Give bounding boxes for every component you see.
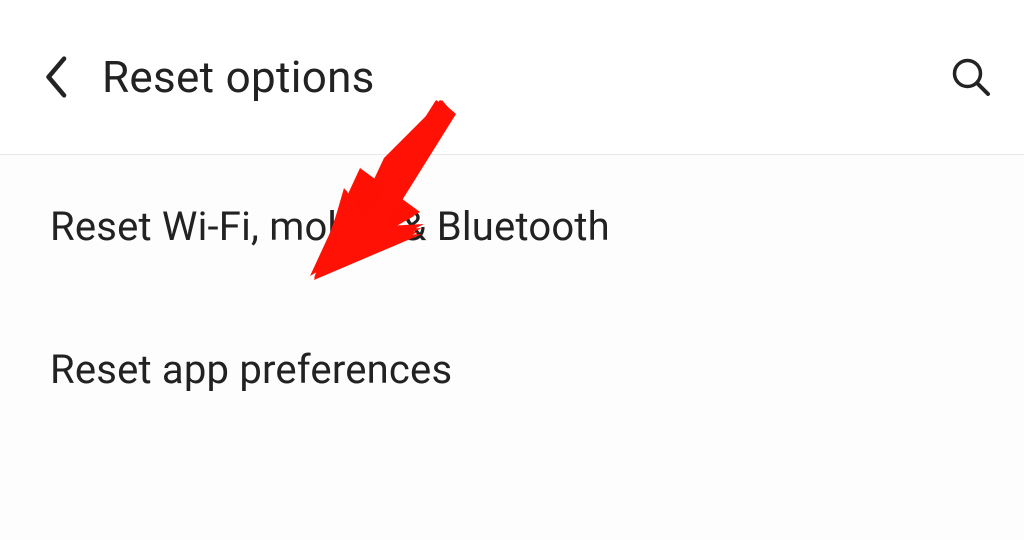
- reset-app-preferences-item[interactable]: Reset app preferences: [0, 298, 1024, 441]
- search-button[interactable]: [948, 54, 994, 100]
- back-button[interactable]: [40, 53, 74, 101]
- list-item-label: Reset app preferences: [50, 346, 452, 393]
- page-title: Reset options: [102, 51, 375, 103]
- reset-wifi-mobile-bluetooth-item[interactable]: Reset Wi-Fi, mobile & Bluetooth: [0, 155, 1024, 298]
- app-header: Reset options: [0, 0, 1024, 155]
- chevron-left-icon: [40, 53, 74, 101]
- list-item-label: Reset Wi-Fi, mobile & Bluetooth: [50, 203, 610, 250]
- settings-list: Reset Wi-Fi, mobile & Bluetooth Reset ap…: [0, 155, 1024, 441]
- header-left: Reset options: [40, 51, 375, 103]
- search-icon: [948, 54, 994, 100]
